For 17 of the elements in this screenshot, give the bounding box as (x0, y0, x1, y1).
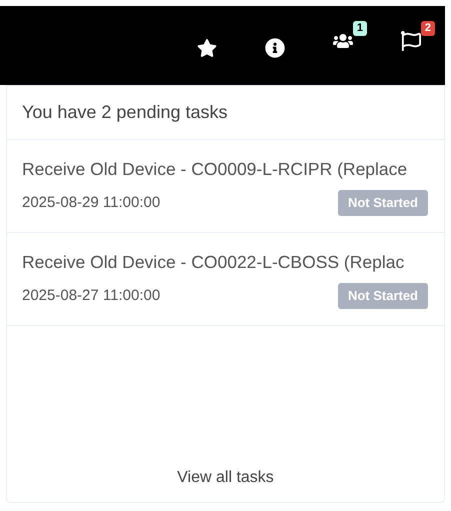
flag-button[interactable]: 2 (401, 20, 435, 56)
task-title: Receive Old Device - CO0009-L-RCIPR (Replace (22, 158, 408, 182)
star-icon (197, 38, 217, 58)
panel-header: You have 2 pending tasks (22, 101, 228, 124)
count-badge: 1 (352, 20, 367, 36)
task-date: 2025-08-29 11:00:00 (22, 192, 160, 213)
status-badge: Not Started (338, 283, 428, 309)
task-item[interactable]: Receive Old Device - CO0022-L-CBOSS (Replac 2025-08-27 11:00:00 Not Started (7, 233, 444, 326)
task-item[interactable]: Receive Old Device - CO0009-L-RCIPR (Replace 2025-08-29 11:00:00 Not Started (7, 140, 444, 233)
task-date: 2025-08-27 11:00:00 (22, 286, 160, 306)
view-all-link[interactable]: View all tasks (177, 466, 274, 490)
count-badge: 2 (420, 20, 435, 36)
users-button[interactable]: 1 (333, 20, 367, 56)
status-badge: Not Started (338, 190, 428, 216)
task-title: Receive Old Device - CO0022-L-CBOSS (Replac (22, 251, 406, 274)
info-icon (265, 38, 285, 58)
flag-icon (401, 30, 421, 50)
